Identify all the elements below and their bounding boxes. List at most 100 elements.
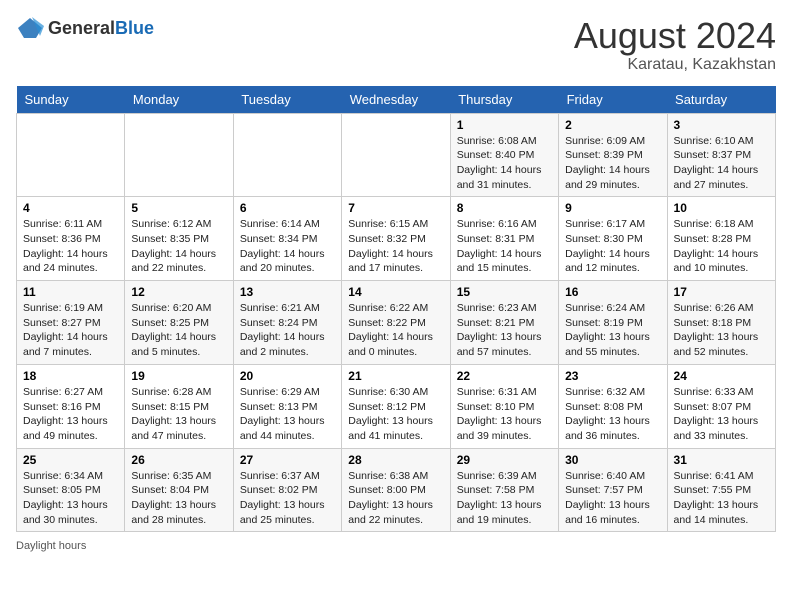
calendar-cell: 11Sunrise: 6:19 AMSunset: 8:27 PMDayligh… xyxy=(17,281,125,365)
header: GeneralBlue August 2024 Karatau, Kazakhs… xyxy=(16,16,776,74)
day-number: 12 xyxy=(131,285,226,299)
calendar-cell: 1 Sunrise: 6:08 AMSunset: 8:40 PMDaylight… xyxy=(450,113,558,197)
day-number: 3 xyxy=(674,118,769,132)
day-info: Sunrise: 6:30 AMSunset: 8:12 PMDaylight:… xyxy=(348,385,443,444)
day-info: Sunrise: 6:08 AMSunset: 8:40 PMDaylight:… xyxy=(457,134,552,193)
calendar-cell: 31 Sunrise: 6:41 AMSunset: 7:55 PMDayligh… xyxy=(667,448,775,532)
calendar-cell: 19Sunrise: 6:28 AMSunset: 8:15 PMDayligh… xyxy=(125,364,233,448)
day-info: Sunrise: 6:15 AMSunset: 8:32 PMDaylight:… xyxy=(348,217,443,276)
logo-text: GeneralBlue xyxy=(48,18,154,39)
day-number: 26 xyxy=(131,453,226,467)
calendar-cell: 7 Sunrise: 6:15 AMSunset: 8:32 PMDaylight… xyxy=(342,197,450,281)
day-info: Sunrise: 6:29 AMSunset: 8:13 PMDaylight:… xyxy=(240,385,335,444)
day-info: Sunrise: 6:21 AMSunset: 8:24 PMDaylight:… xyxy=(240,301,335,360)
calendar-cell: 25Sunrise: 6:34 AMSunset: 8:05 PMDayligh… xyxy=(17,448,125,532)
day-info: Sunrise: 6:26 AMSunset: 8:18 PMDaylight:… xyxy=(674,301,769,360)
day-number: 19 xyxy=(131,369,226,383)
day-number: 30 xyxy=(565,453,660,467)
calendar-cell: 16 Sunrise: 6:24 AMSunset: 8:19 PMDayligh… xyxy=(559,281,667,365)
logo: GeneralBlue xyxy=(16,16,154,40)
calendar-cell xyxy=(342,113,450,197)
calendar-cell: 28 Sunrise: 6:38 AMSunset: 8:00 PMDayligh… xyxy=(342,448,450,532)
day-info: Sunrise: 6:12 AMSunset: 8:35 PMDaylight:… xyxy=(131,217,226,276)
day-info: Sunrise: 6:24 AMSunset: 8:19 PMDaylight:… xyxy=(565,301,660,360)
day-number: 31 xyxy=(674,453,769,467)
calendar-cell: 27 Sunrise: 6:37 AMSunset: 8:02 PMDayligh… xyxy=(233,448,341,532)
calendar-cell: 15 Sunrise: 6:23 AMSunset: 8:21 PMDayligh… xyxy=(450,281,558,365)
title-area: August 2024 Karatau, Kazakhstan xyxy=(574,16,776,74)
day-number: 28 xyxy=(348,453,443,467)
day-info: Sunrise: 6:09 AMSunset: 8:39 PMDaylight:… xyxy=(565,134,660,193)
calendar-cell: 4Sunrise: 6:11 AMSunset: 8:36 PMDaylight… xyxy=(17,197,125,281)
calendar-cell: 12 Sunrise: 6:20 AMSunset: 8:25 PMDayligh… xyxy=(125,281,233,365)
calendar-cell: 24Sunrise: 6:33 AMSunset: 8:07 PMDayligh… xyxy=(667,364,775,448)
day-info: Sunrise: 6:41 AMSunset: 7:55 PMDaylight:… xyxy=(674,469,769,528)
day-number: 20 xyxy=(240,369,335,383)
day-number: 13 xyxy=(240,285,335,299)
day-of-week-header: Monday xyxy=(125,86,233,114)
day-number: 18 xyxy=(23,369,118,383)
day-of-week-header: Thursday xyxy=(450,86,558,114)
logo-blue: Blue xyxy=(115,18,154,38)
day-info: Sunrise: 6:10 AMSunset: 8:37 PMDaylight:… xyxy=(674,134,769,193)
logo-general: General xyxy=(48,18,115,38)
day-number: 14 xyxy=(348,285,443,299)
day-number: 16 xyxy=(565,285,660,299)
day-info: Sunrise: 6:37 AMSunset: 8:02 PMDaylight:… xyxy=(240,469,335,528)
calendar-cell: 21 Sunrise: 6:30 AMSunset: 8:12 PMDayligh… xyxy=(342,364,450,448)
day-number: 5 xyxy=(131,201,226,215)
calendar-cell: 6Sunrise: 6:14 AMSunset: 8:34 PMDaylight… xyxy=(233,197,341,281)
day-info: Sunrise: 6:23 AMSunset: 8:21 PMDaylight:… xyxy=(457,301,552,360)
day-number: 7 xyxy=(348,201,443,215)
calendar-cell: 8 Sunrise: 6:16 AMSunset: 8:31 PMDaylight… xyxy=(450,197,558,281)
day-of-week-header: Tuesday xyxy=(233,86,341,114)
calendar-week-row: 4Sunrise: 6:11 AMSunset: 8:36 PMDaylight… xyxy=(17,197,776,281)
day-info: Sunrise: 6:20 AMSunset: 8:25 PMDaylight:… xyxy=(131,301,226,360)
day-info: Sunrise: 6:32 AMSunset: 8:08 PMDaylight:… xyxy=(565,385,660,444)
calendar-cell: 30 Sunrise: 6:40 AMSunset: 7:57 PMDayligh… xyxy=(559,448,667,532)
day-info: Sunrise: 6:17 AMSunset: 8:30 PMDaylight:… xyxy=(565,217,660,276)
day-info: Sunrise: 6:14 AMSunset: 8:34 PMDaylight:… xyxy=(240,217,335,276)
day-info: Sunrise: 6:33 AMSunset: 8:07 PMDaylight:… xyxy=(674,385,769,444)
logo-icon xyxy=(16,16,44,40)
day-number: 1 xyxy=(457,118,552,132)
calendar-cell: 26Sunrise: 6:35 AMSunset: 8:04 PMDayligh… xyxy=(125,448,233,532)
day-info: Sunrise: 6:31 AMSunset: 8:10 PMDaylight:… xyxy=(457,385,552,444)
calendar-cell xyxy=(125,113,233,197)
calendar-cell: 23 Sunrise: 6:32 AMSunset: 8:08 PMDayligh… xyxy=(559,364,667,448)
day-info: Sunrise: 6:34 AMSunset: 8:05 PMDaylight:… xyxy=(23,469,118,528)
day-of-week-header: Wednesday xyxy=(342,86,450,114)
day-info: Sunrise: 6:40 AMSunset: 7:57 PMDaylight:… xyxy=(565,469,660,528)
day-of-week-header: Saturday xyxy=(667,86,775,114)
day-number: 9 xyxy=(565,201,660,215)
day-number: 23 xyxy=(565,369,660,383)
calendar-cell: 18Sunrise: 6:27 AMSunset: 8:16 PMDayligh… xyxy=(17,364,125,448)
calendar-cell: 17 Sunrise: 6:26 AMSunset: 8:18 PMDayligh… xyxy=(667,281,775,365)
footer: Daylight hours xyxy=(16,540,776,552)
day-number: 27 xyxy=(240,453,335,467)
day-info: Sunrise: 6:22 AMSunset: 8:22 PMDaylight:… xyxy=(348,301,443,360)
calendar-cell: 14 Sunrise: 6:22 AMSunset: 8:22 PMDayligh… xyxy=(342,281,450,365)
day-number: 17 xyxy=(674,285,769,299)
day-number: 21 xyxy=(348,369,443,383)
day-of-week-header: Friday xyxy=(559,86,667,114)
day-info: Sunrise: 6:39 AMSunset: 7:58 PMDaylight:… xyxy=(457,469,552,528)
day-number: 4 xyxy=(23,201,118,215)
calendar-table: SundayMondayTuesdayWednesdayThursdayFrid… xyxy=(16,86,776,533)
calendar-cell: 22Sunrise: 6:31 AMSunset: 8:10 PMDayligh… xyxy=(450,364,558,448)
calendar-cell: 13 Sunrise: 6:21 AMSunset: 8:24 PMDayligh… xyxy=(233,281,341,365)
day-info: Sunrise: 6:18 AMSunset: 8:28 PMDaylight:… xyxy=(674,217,769,276)
day-number: 29 xyxy=(457,453,552,467)
day-number: 11 xyxy=(23,285,118,299)
location: Karatau, Kazakhstan xyxy=(574,56,776,74)
calendar-cell: 9 Sunrise: 6:17 AMSunset: 8:30 PMDaylight… xyxy=(559,197,667,281)
day-info: Sunrise: 6:16 AMSunset: 8:31 PMDaylight:… xyxy=(457,217,552,276)
day-info: Sunrise: 6:38 AMSunset: 8:00 PMDaylight:… xyxy=(348,469,443,528)
header-row: SundayMondayTuesdayWednesdayThursdayFrid… xyxy=(17,86,776,114)
month-year: August 2024 xyxy=(574,16,776,56)
day-number: 2 xyxy=(565,118,660,132)
calendar-cell: 29 Sunrise: 6:39 AMSunset: 7:58 PMDayligh… xyxy=(450,448,558,532)
day-number: 8 xyxy=(457,201,552,215)
daylight-label: Daylight hours xyxy=(16,540,86,552)
day-number: 15 xyxy=(457,285,552,299)
